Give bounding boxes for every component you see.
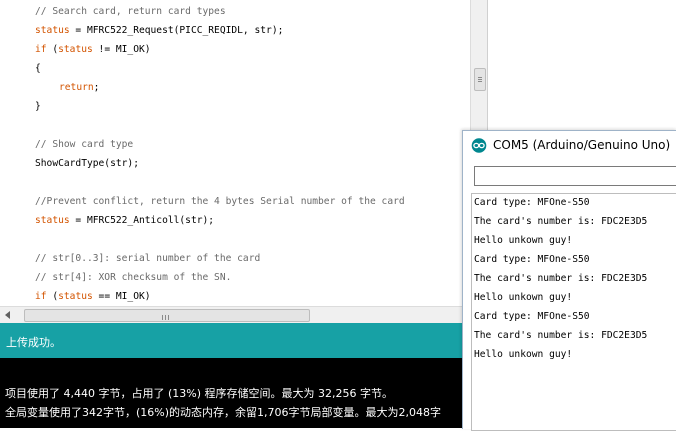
code-line: } (35, 97, 41, 116)
vertical-scroll-thumb[interactable] (474, 68, 486, 91)
code-line: //Prevent conflict, return the 4 bytes S… (35, 192, 405, 211)
code-line: // Search card, return card types (35, 2, 226, 21)
code-token: = MFRC522_Anticoll(str); (69, 215, 215, 226)
serial-output-line: The card's number is: FDC2E3D5 (474, 273, 648, 284)
code-line: status = MFRC522_Request(PICC_REQIDL, st… (35, 21, 283, 40)
arduino-logo-icon (471, 138, 487, 153)
editor-horizontal-scrollbar[interactable] (0, 306, 488, 324)
code-token: = MFRC522_Request(PICC_REQIDL, str); (69, 25, 284, 36)
code-line: // Show card type (35, 135, 133, 154)
serial-output-line: Card type: MFOne-S50 (474, 311, 590, 322)
serial-output-area[interactable]: Card type: MFOne-S50 The card's number is… (471, 193, 676, 431)
status-bar: 上传成功。 (0, 323, 470, 358)
status-message: 上传成功。 (6, 336, 61, 349)
code-token: return (59, 82, 94, 93)
code-line: return; (59, 78, 99, 97)
horizontal-scroll-thumb[interactable] (24, 309, 310, 322)
code-token: // Show card type (35, 139, 134, 150)
code-line: { (35, 59, 41, 78)
divider (487, 0, 488, 130)
serial-output-line: The card's number is: FDC2E3D5 (474, 330, 648, 341)
code-token: status (35, 215, 70, 226)
console-output: 项目使用了 4,440 字节，占用了 (13%) 程序存储空间。最大为 32,2… (0, 358, 470, 428)
code-token: if (35, 44, 47, 55)
scroll-grip-line (478, 81, 482, 82)
code-line: status = MFRC522_Anticoll(str); (35, 211, 214, 230)
code-token: //Prevent conflict, return the 4 bytes S… (35, 196, 405, 207)
scroll-grip-line (478, 77, 482, 78)
serial-send-input[interactable] (474, 166, 676, 186)
code-token: status (58, 44, 93, 55)
code-token: != MI_OK) (92, 44, 151, 55)
code-token: // str[0..3]: serial number of the card (35, 253, 261, 264)
code-token: { (35, 63, 41, 74)
code-line: if (status != MI_OK) (35, 40, 151, 59)
code-line: ShowCardType(str); (35, 154, 139, 173)
scroll-left-arrow-icon[interactable] (5, 311, 10, 319)
serial-output-line: The card's number is: FDC2E3D5 (474, 216, 648, 227)
code-line: // str[0..3]: serial number of the card (35, 249, 260, 268)
code-token: // Search card, return card types (35, 6, 226, 17)
code-token: // str[4]: XOR checksum of the SN. (35, 272, 232, 283)
code-token: ( (46, 291, 59, 302)
scroll-grip-line (168, 315, 169, 320)
code-editor[interactable]: // Search card, return card types status … (0, 0, 488, 306)
serial-output-line: Hello unkown guy! (474, 235, 573, 246)
serial-monitor-window: COM5 (Arduino/Genuino Uno) Card type: MF… (462, 130, 676, 431)
code-token: if (35, 291, 47, 302)
code-token: ( (46, 44, 59, 55)
console-line: 全局变量使用了342字节，(16%)的动态内存，余留1,706字节局部变量。最大… (5, 406, 442, 419)
code-token: ShowCardType(str); (35, 158, 139, 169)
code-line: if (status == MI_OK) (35, 287, 151, 306)
code-token: ; (93, 82, 100, 93)
serial-monitor-title: COM5 (Arduino/Genuino Uno) (493, 138, 671, 152)
console-line: 项目使用了 4,440 字节，占用了 (13%) 程序存储空间。最大为 32,2… (5, 387, 393, 400)
scroll-grip-line (165, 315, 166, 320)
serial-monitor-titlebar[interactable]: COM5 (Arduino/Genuino Uno) (463, 131, 676, 159)
scroll-grip-line (478, 79, 482, 80)
serial-output-line: Card type: MFOne-S50 (474, 254, 590, 265)
serial-output-line: Card type: MFOne-S50 (474, 197, 590, 208)
serial-output-line: Hello unkown guy! (474, 349, 573, 360)
code-token: status (58, 291, 93, 302)
code-token: == MI_OK) (92, 291, 151, 302)
serial-output-line: Hello unkown guy! (474, 292, 573, 303)
code-line: // str[4]: XOR checksum of the SN. (35, 268, 231, 287)
code-token: } (35, 101, 41, 112)
scroll-grip-line (162, 315, 163, 320)
code-token: status (35, 25, 70, 36)
